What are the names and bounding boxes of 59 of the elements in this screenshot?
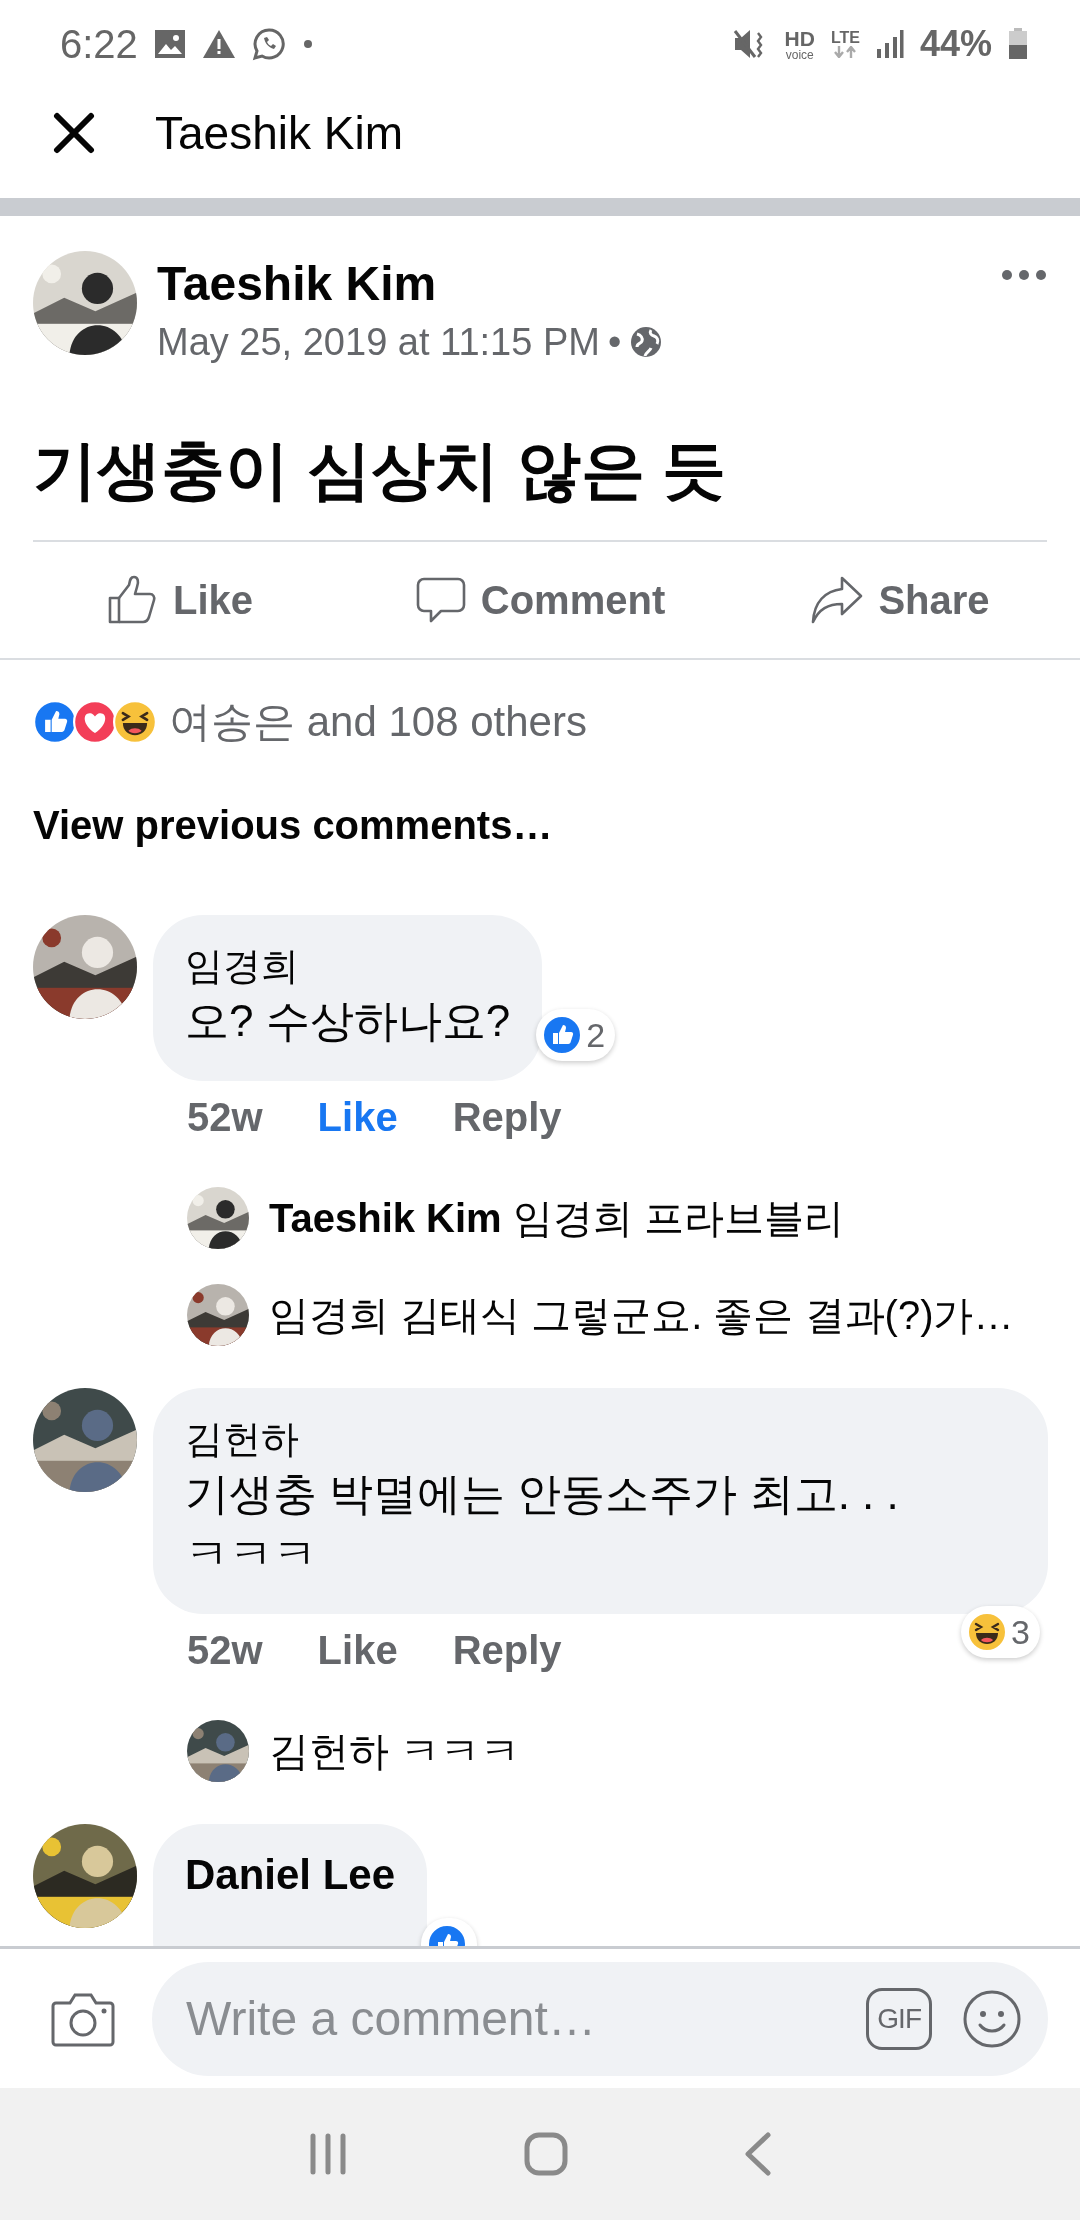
chat-icon (251, 27, 286, 61)
like-link[interactable]: Like (317, 1627, 398, 1673)
post-text: 기생충이 심상치 않은 듯 (32, 433, 728, 508)
reaction-summary[interactable]: 여송은 and 108 others (169, 694, 587, 750)
more-options-button[interactable] (1001, 269, 1047, 281)
comment-age: 52w (187, 1094, 263, 1140)
hd-label: HD (784, 27, 815, 49)
more-icon (1001, 269, 1047, 281)
page-title: Taeshik Kim (155, 106, 403, 160)
laughing-emoji-icon (113, 700, 157, 744)
reply-preview[interactable]: 임경희 김태식 그렇군요. 좋은 결과(?)가… (269, 1287, 1014, 1343)
network-label: LTE (830, 30, 860, 46)
smiley-icon (962, 1988, 1022, 2049)
recent-apps-icon (308, 2133, 348, 2175)
recent-apps-button[interactable] (308, 2133, 348, 2175)
commenter-name[interactable]: 김헌하 (185, 1414, 1016, 1464)
gif-button[interactable]: GIF (866, 1987, 932, 2050)
heart-reaction-icon (73, 700, 117, 744)
reply-preview[interactable]: 김헌하 ㅋㅋㅋ (269, 1723, 521, 1779)
comment-button[interactable]: Comment (360, 573, 720, 627)
like-reaction-icon (33, 700, 77, 744)
voice-label: voice (785, 48, 814, 61)
commenter-name[interactable]: Daniel Lee (185, 1850, 396, 1900)
reply-link[interactable]: Reply (452, 1094, 562, 1140)
share-arrow-icon (810, 574, 865, 626)
clock-time: 6:22 (60, 21, 138, 67)
battery-icon (1008, 28, 1028, 60)
separator-dot: • (607, 320, 622, 365)
warning-icon (201, 29, 236, 59)
data-arrows-icon (832, 46, 859, 58)
reaction-count-badge[interactable]: 2 (536, 1009, 616, 1061)
signal-icon (875, 29, 904, 59)
like-reaction-icon (542, 1015, 583, 1055)
comment-age: 52w (187, 1627, 263, 1673)
home-icon (524, 2132, 568, 2176)
reply-preview[interactable]: Taeshik Kim 임경희 프라브블리 (269, 1190, 844, 1246)
home-button[interactable] (524, 2132, 568, 2176)
notification-dot-icon (301, 38, 314, 50)
comment-field[interactable]: Write a comment… GIF (152, 1961, 1048, 2076)
close-icon (53, 112, 95, 154)
author-name[interactable]: Taeshik Kim (157, 254, 981, 314)
laughing-emoji-icon (967, 1612, 1008, 1652)
globe-icon (629, 325, 664, 359)
close-button[interactable] (53, 112, 95, 154)
back-button[interactable] (744, 2132, 772, 2176)
like-button[interactable]: Like (0, 573, 360, 627)
emoji-button[interactable] (962, 1988, 1022, 2049)
reply-link[interactable]: Reply (452, 1627, 562, 1673)
comment-text: 오? 수상하나요? (185, 995, 511, 1047)
battery-percent: 44% (919, 23, 992, 65)
view-previous-comments-link[interactable]: View previous comments… (0, 795, 586, 855)
like-link[interactable]: Like (317, 1094, 398, 1140)
commenter-name[interactable]: 임경희 (185, 941, 511, 991)
image-icon (153, 29, 186, 59)
share-button[interactable]: Share (720, 573, 1080, 627)
back-icon (744, 2132, 772, 2176)
reaction-count-badge[interactable]: 3 (961, 1606, 1040, 1658)
post-timestamp[interactable]: May 25, 2019 at 11:15 PM (157, 314, 600, 370)
comment-text: 기생충 박멸에는 안동소주가 최고. . . ㅋㅋㅋ (185, 1468, 900, 1580)
